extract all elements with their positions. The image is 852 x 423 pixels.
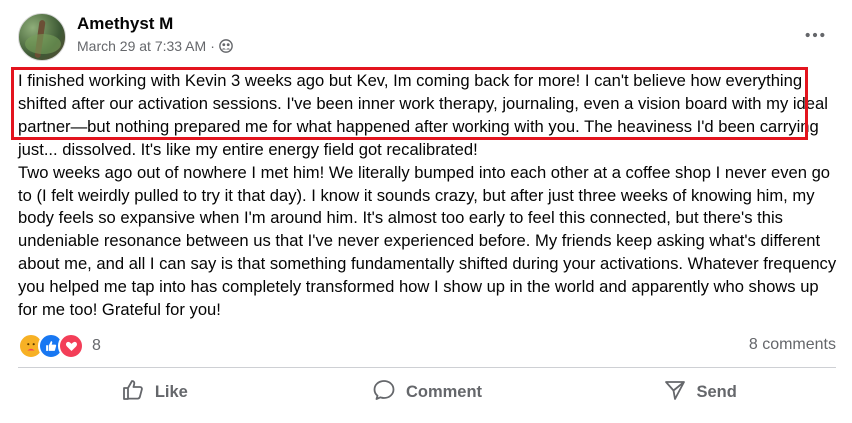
author-name[interactable]: Amethyst M [77,14,173,34]
like-icon [121,378,145,407]
love-reaction-icon [58,333,84,359]
meta-separator: · [210,38,215,54]
reactions-summary[interactable]: 8 [18,333,101,359]
post-card: Amethyst M March 29 at 7:33 AM · I finis… [0,0,852,423]
like-button[interactable]: Like [18,370,291,414]
divider [18,367,836,368]
friends-icon[interactable] [219,39,233,53]
post-body: I finished working with Kevin 3 weeks ag… [18,70,838,322]
send-icon [663,378,687,407]
like-label: Like [154,382,188,401]
avatar[interactable] [18,13,66,61]
post-paragraph: Two weeks ago out of nowhere I met him! … [18,162,837,320]
post-paragraph: I finished working with Kevin 3 weeks ag… [18,71,828,159]
post-actions: Like Comment Send [18,370,836,414]
post-timestamp[interactable]: March 29 at 7:33 AM [77,38,206,54]
comments-count[interactable]: 8 comments [749,336,836,354]
send-button[interactable]: Send [563,370,836,414]
comment-label: Comment [405,382,483,401]
reaction-count: 8 [92,337,101,354]
more-options-icon[interactable] [800,20,830,50]
comment-button[interactable]: Comment [291,370,564,414]
send-label: Send [696,382,737,401]
post-meta: March 29 at 7:33 AM · [77,38,233,54]
comment-icon [372,378,396,407]
